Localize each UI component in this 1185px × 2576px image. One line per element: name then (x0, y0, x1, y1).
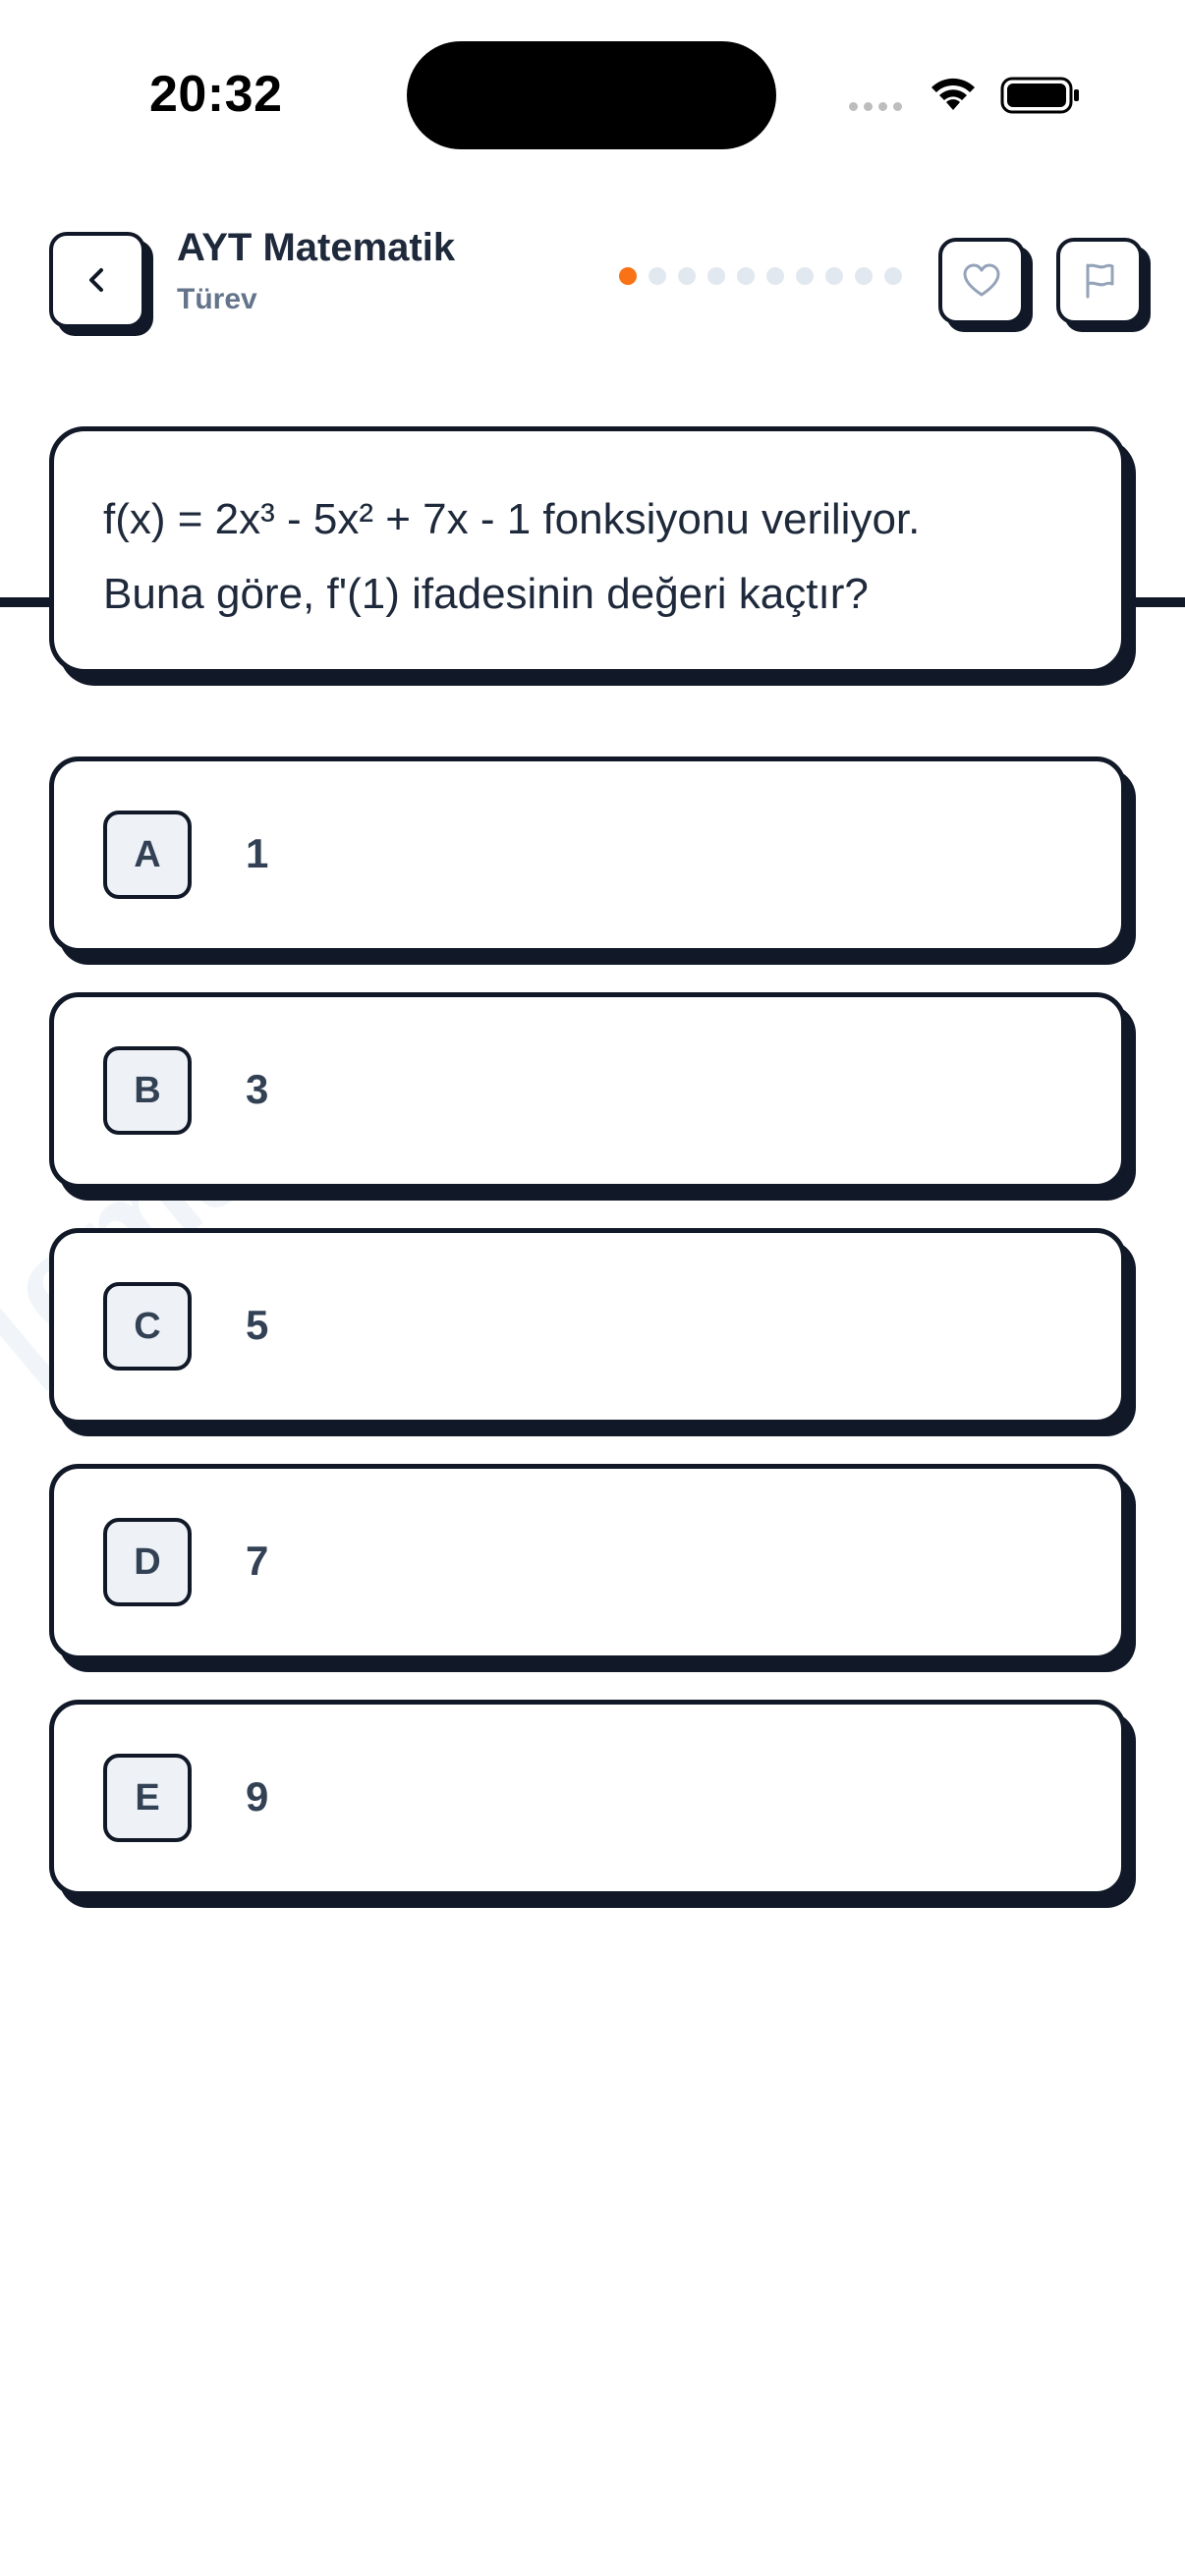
question-text: f(x) = 2x³ - 5x² + 7x - 1 fonksiyonu ver… (103, 482, 1096, 632)
question-line-1: f(x) = 2x³ - 5x² + 7x - 1 fonksiyonu ver… (103, 495, 921, 543)
report-button[interactable] (1056, 238, 1143, 324)
battery-icon (1000, 77, 1079, 114)
back-button[interactable] (49, 232, 145, 328)
status-time: 20:32 (149, 66, 283, 123)
option-letter: A (103, 811, 192, 899)
option-letter: B (103, 1046, 192, 1135)
favorite-button[interactable] (938, 238, 1025, 324)
progress-dot (649, 267, 666, 285)
progress-dot (707, 267, 725, 285)
option-value: 7 (246, 1538, 269, 1584)
heart-icon (963, 263, 1000, 297)
option-letter: C (103, 1282, 192, 1371)
cellular-signal-icon (849, 102, 902, 111)
progress-dot (796, 267, 814, 285)
progress-dot (678, 267, 696, 285)
question-card: f(x) = 2x³ - 5x² + 7x - 1 fonksiyonu ver… (49, 426, 1126, 674)
progress-dot (825, 267, 843, 285)
progress-dots (619, 267, 902, 285)
option-value: 1 (246, 830, 269, 876)
question-line-2: Buna göre, f'(1) ifadesinin değeri kaçtı… (103, 570, 869, 618)
option-letter: E (103, 1754, 192, 1842)
option-value: 5 (246, 1302, 269, 1348)
dynamic-island (407, 41, 776, 149)
flag-icon (1086, 263, 1114, 299)
option-a[interactable]: A 1 (49, 756, 1126, 953)
option-c[interactable]: C 5 (49, 1228, 1126, 1425)
option-letter: D (103, 1518, 192, 1606)
option-e[interactable]: E 9 (49, 1700, 1126, 1896)
progress-dot (737, 267, 755, 285)
answer-options: A 1 B 3 C 5 D 7 E 9 (49, 756, 1140, 1935)
option-value: 9 (246, 1773, 269, 1820)
progress-dot (884, 267, 902, 285)
topic-subtitle: Türev (177, 283, 257, 315)
option-d[interactable]: D 7 (49, 1464, 1126, 1660)
status-bar: 20:32 (0, 0, 1185, 187)
chevron-left-icon (89, 268, 103, 292)
progress-dot (855, 267, 873, 285)
subject-title: AYT Matematik (177, 226, 456, 269)
option-b[interactable]: B 3 (49, 992, 1126, 1189)
question-header: AYT Matematik Türev (0, 226, 1185, 607)
progress-dot (766, 267, 784, 285)
wifi-icon (931, 78, 975, 110)
option-value: 3 (246, 1066, 269, 1112)
progress-dot-current (619, 267, 637, 285)
